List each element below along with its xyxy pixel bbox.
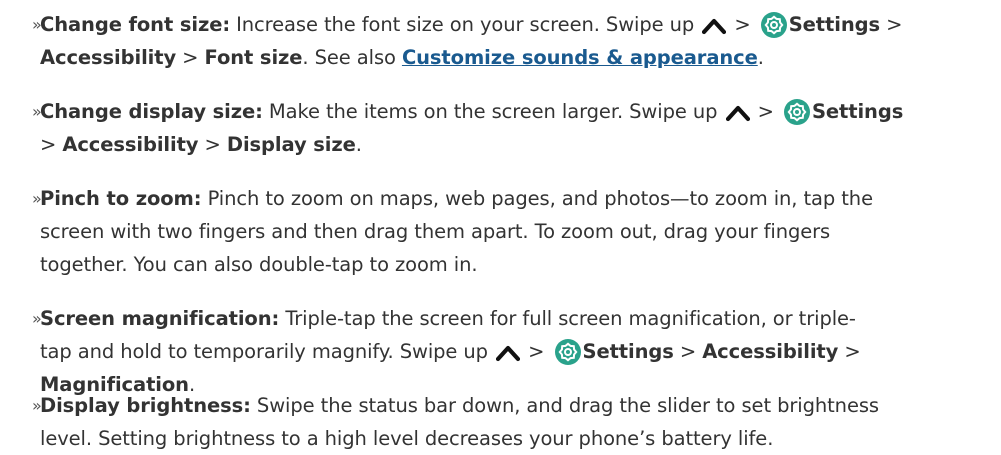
body-text: . xyxy=(757,46,764,69)
bullet-marker: » xyxy=(32,396,42,415)
bullet-item: » Change font size: Increase the font siz… xyxy=(32,8,985,74)
bullet-heading: Change font size: xyxy=(40,13,231,36)
body-text: Swipe the status bar down, and drag the … xyxy=(250,394,879,417)
text-line: Pinch to zoom: Pinch to zoom on maps, we… xyxy=(40,182,985,215)
body-text: > xyxy=(198,133,227,156)
body-text: > xyxy=(176,46,205,69)
bullet-marker: » xyxy=(32,102,42,121)
settings-gear-icon xyxy=(783,99,810,125)
bullet-item: » Pinch to zoom: Pinch to zoom on maps, w… xyxy=(32,182,985,281)
bullet-heading: Screen magnification: xyxy=(40,307,280,330)
body-text: Make the items on the screen larger. Swi… xyxy=(262,100,724,123)
body-text: > xyxy=(40,133,63,156)
bullet-item: » Display brightness: Swipe the status ba… xyxy=(32,389,985,455)
bullet-marker: » xyxy=(32,15,42,34)
body-text: > xyxy=(728,13,757,36)
body-text: Pinch to zoom on maps, web pages, and ph… xyxy=(201,187,874,210)
body-text: screen with two fingers and then drag th… xyxy=(40,220,831,243)
text-line: together. You can also double-tap to zoo… xyxy=(40,248,985,281)
bullet-heading: Change display size: xyxy=(40,100,263,123)
settings-gear-icon xyxy=(554,339,581,365)
body-text: together. You can also double-tap to zoo… xyxy=(40,253,478,276)
body-text: tap and hold to temporarily magnify. Swi… xyxy=(40,340,495,363)
body-text: . xyxy=(355,133,362,156)
text-line: screen with two fingers and then drag th… xyxy=(40,215,985,248)
bullet-marker: » xyxy=(32,189,42,208)
body-text: level. Setting brightness to a high leve… xyxy=(40,427,774,450)
body-text: > xyxy=(522,340,551,363)
body-text: Increase the font size on your screen. S… xyxy=(230,13,701,36)
bold-term: Settings xyxy=(811,100,904,123)
text-line: > Accessibility > Display size. xyxy=(40,128,985,161)
bullet-item: » Change display size: Make the items on … xyxy=(32,95,985,161)
bold-term: Font size xyxy=(204,46,303,69)
chevron-up-icon xyxy=(725,105,750,122)
document-page: » Change font size: Increase the font siz… xyxy=(0,0,1001,450)
body-text: Triple-tap the screen for full screen ma… xyxy=(279,307,856,330)
chevron-up-icon xyxy=(702,18,727,35)
bullet-heading: Pinch to zoom: xyxy=(40,187,202,210)
body-text: > xyxy=(838,340,861,363)
bold-term: Accessibility xyxy=(62,133,199,156)
text-line: Screen magnification: Triple-tap the scr… xyxy=(40,302,985,335)
bullet-marker: » xyxy=(32,309,42,328)
chevron-up-icon xyxy=(496,345,521,362)
body-text: > xyxy=(673,340,703,363)
body-text: > xyxy=(879,13,903,36)
bold-term: Settings xyxy=(582,340,674,363)
bullet-item: » Screen magnification: Triple-tap the sc… xyxy=(32,302,985,401)
bullet-heading: Display brightness: xyxy=(40,394,251,417)
text-line: Accessibility > Font size. See also Cust… xyxy=(40,41,985,74)
body-text: . See also xyxy=(302,46,402,69)
bold-term: Accessibility xyxy=(40,46,177,69)
text-line: Change display size: Make the items on t… xyxy=(40,95,985,128)
text-line: Change font size: Increase the font size… xyxy=(40,8,985,41)
see-also-link[interactable]: Customize sounds & appearance xyxy=(402,46,758,69)
text-line: tap and hold to temporarily magnify. Swi… xyxy=(40,335,985,368)
settings-gear-icon xyxy=(760,12,787,38)
body-text: > xyxy=(751,100,780,123)
bold-term: Accessibility xyxy=(702,340,839,363)
bold-term: Settings xyxy=(788,13,880,36)
bold-term: Display size xyxy=(226,133,356,156)
text-line: Display brightness: Swipe the status bar… xyxy=(40,389,985,422)
